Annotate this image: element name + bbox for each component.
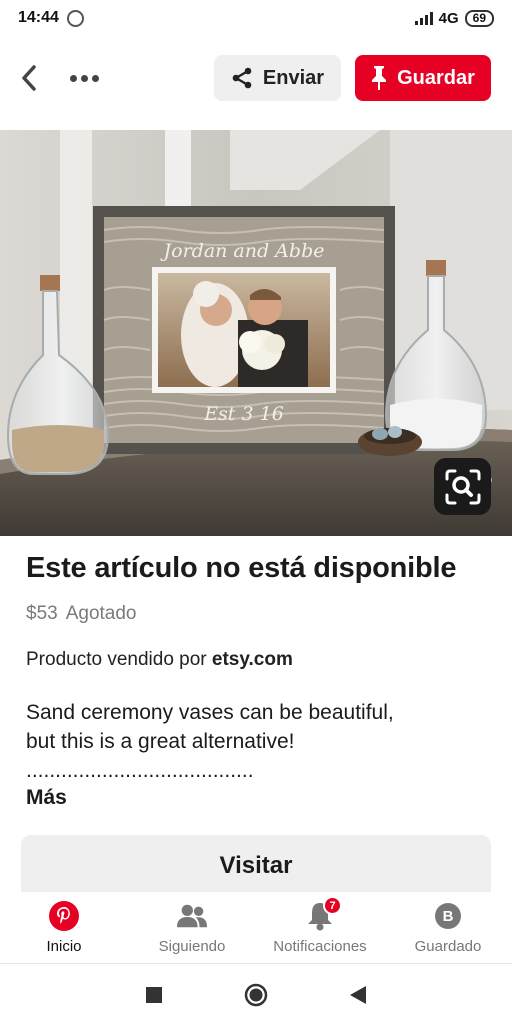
home-icon[interactable] bbox=[243, 982, 269, 1008]
top-bar: Enviar Guardar bbox=[0, 50, 512, 106]
whatsapp-icon bbox=[66, 9, 84, 27]
people-icon bbox=[176, 904, 208, 928]
price: $53 bbox=[26, 603, 58, 624]
bottom-nav: Inicio Siguiendo 7 Notificaciones B Guar… bbox=[0, 892, 512, 964]
bell-icon-wrap: 7 bbox=[304, 896, 342, 932]
nav-item-saved[interactable]: B Guardado bbox=[384, 892, 512, 963]
dot bbox=[91, 74, 99, 82]
availability-status: Agotado bbox=[65, 603, 137, 624]
more-options-button[interactable] bbox=[64, 60, 104, 96]
nav-item-home[interactable]: Inicio bbox=[0, 892, 128, 963]
nav-item-notifications[interactable]: 7 Notificaciones bbox=[256, 892, 384, 963]
vendor-link[interactable]: etsy.com bbox=[212, 649, 293, 670]
pinterest-icon-wrap bbox=[48, 900, 80, 932]
pin-icon bbox=[372, 66, 387, 90]
nav-item-following[interactable]: Siguiendo bbox=[128, 892, 256, 963]
notification-badge: 7 bbox=[323, 896, 342, 915]
price-row: $53 Agotado bbox=[26, 603, 137, 625]
people-icon-wrap bbox=[176, 900, 208, 932]
share-button[interactable]: Enviar bbox=[214, 55, 341, 101]
save-button[interactable]: Guardar bbox=[355, 55, 491, 101]
vendor-prefix: Producto vendido por bbox=[26, 649, 207, 670]
nav-label-home: Inicio bbox=[46, 938, 82, 955]
visual-search-button[interactable] bbox=[434, 458, 491, 515]
network-type: 4G bbox=[438, 9, 459, 27]
chevron-left-icon bbox=[22, 65, 36, 91]
signal-icon bbox=[414, 11, 433, 25]
more-link[interactable]: Más bbox=[26, 786, 67, 810]
nav-label-notifications: Notificaciones bbox=[273, 938, 367, 955]
pin-description: Sand ceremony vases can be beautiful, bu… bbox=[26, 701, 394, 782]
nav-label-following: Siguiendo bbox=[158, 938, 226, 955]
save-label: Guardar bbox=[397, 66, 475, 89]
frame-text-top: Jordan and Abbe bbox=[160, 240, 325, 262]
status-bar: 14:44 4G 69 bbox=[0, 0, 512, 36]
status-time: 14:44 bbox=[18, 9, 59, 26]
vendor-row: Producto vendido por etsy.com bbox=[26, 649, 293, 671]
dot bbox=[69, 74, 77, 82]
pin-title: Este artículo no está disponible bbox=[26, 552, 457, 584]
status-indicators: 4G 69 bbox=[414, 9, 494, 27]
pinterest-icon bbox=[49, 901, 79, 931]
frame-text-bottom: Est 3 16 bbox=[203, 403, 284, 425]
back-button[interactable] bbox=[14, 60, 44, 96]
nav-label-saved: Guardado bbox=[414, 938, 482, 955]
lens-icon bbox=[445, 469, 480, 504]
recents-icon[interactable] bbox=[145, 986, 163, 1004]
profile-icon-wrap: B bbox=[432, 900, 464, 932]
system-nav-bar bbox=[0, 965, 512, 1024]
dot bbox=[80, 74, 88, 82]
share-icon bbox=[232, 67, 252, 89]
profile-icon: B bbox=[435, 903, 461, 929]
back-triangle-icon[interactable] bbox=[349, 985, 367, 1005]
share-label: Enviar bbox=[262, 66, 325, 89]
battery-icon: 69 bbox=[464, 9, 494, 27]
visit-button[interactable]: Visitar bbox=[21, 835, 491, 897]
